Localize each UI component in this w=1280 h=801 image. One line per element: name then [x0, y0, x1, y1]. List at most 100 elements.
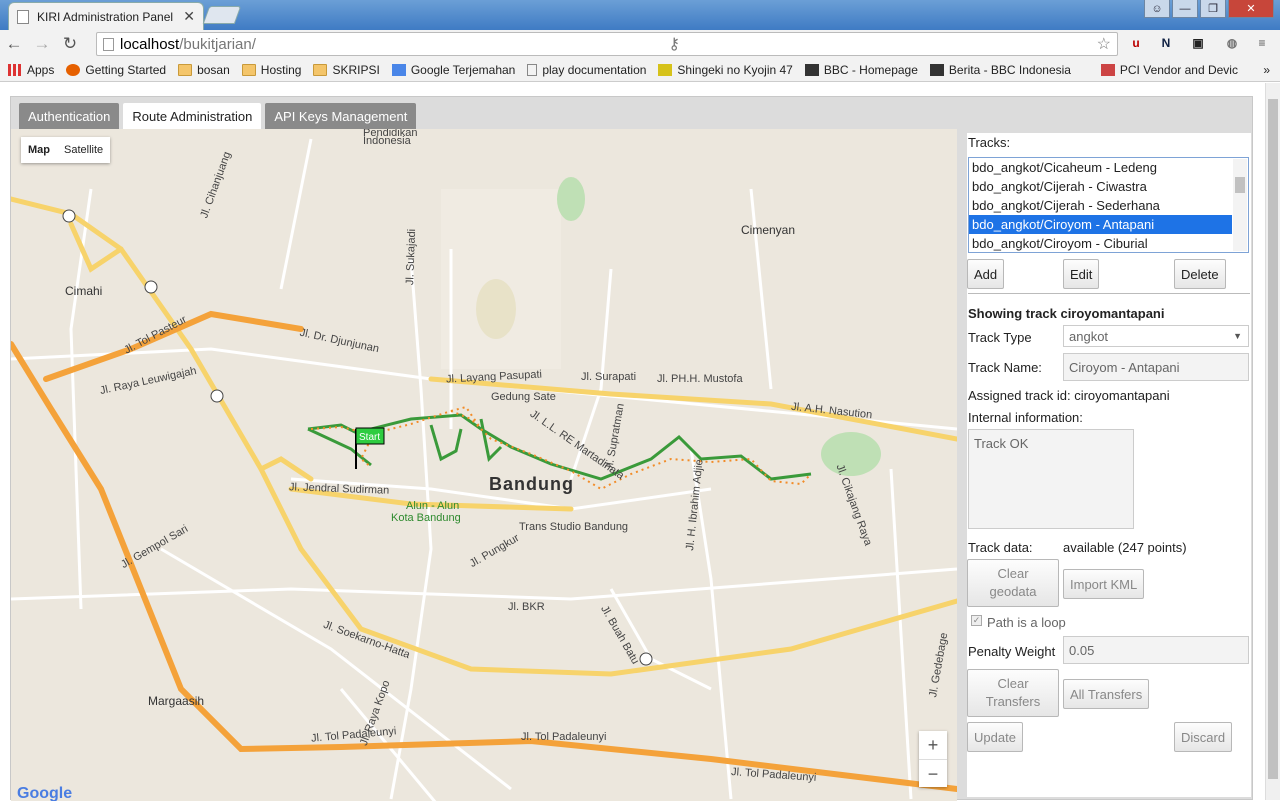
pci-icon [1100, 63, 1115, 76]
bookmark-hosting[interactable]: Hosting [241, 63, 301, 77]
bookmark-getting-started[interactable]: Getting Started [66, 63, 166, 77]
bbc-icon [929, 63, 944, 76]
tracks-listbox[interactable]: bdo_angkot/Cicaheum - Ledeng bdo_angkot/… [968, 157, 1249, 253]
admin-panel: Authentication Route Administration API … [10, 96, 1253, 801]
bookmark-label: Google Terjemahan [410, 62, 516, 77]
maximize-icon[interactable]: ❐ [1200, 0, 1226, 18]
edit-track-button[interactable]: Edit [1063, 259, 1100, 289]
zoom-control: + − [919, 731, 947, 787]
translate-icon [391, 63, 406, 76]
user-icon[interactable]: ☺ [1144, 0, 1170, 18]
page-icon [103, 37, 114, 51]
bookmark-label: Apps [27, 62, 55, 77]
bookmark-label: bosan [197, 62, 230, 77]
map-type-control: Map Satellite [21, 137, 111, 163]
page-scrollbar[interactable] [1265, 83, 1280, 800]
page-icon [527, 63, 538, 76]
bookmark-shingeki[interactable]: Shingeki no Kyojin 47 [658, 62, 793, 77]
panel-tabs: Authentication Route Administration API … [19, 103, 417, 129]
folder-icon [241, 63, 256, 76]
scrollbar-thumb[interactable] [1235, 177, 1245, 193]
apps-icon [8, 63, 22, 76]
bookmark-bbc-homepage[interactable]: BBC - Homepage [804, 62, 918, 77]
bookmark-apps[interactable]: Apps [8, 63, 54, 77]
map-type-map-button[interactable]: Map [21, 137, 57, 163]
site-icon [658, 63, 673, 76]
bookmark-google-terjemahan[interactable]: Google Terjemahan [391, 62, 516, 77]
address-bar[interactable]: localhost/bukitjarian/ ⚷ ☆ [96, 32, 1118, 56]
bookmark-star-icon[interactable]: ☆ [1097, 34, 1111, 54]
bookmark-label: BBC - Homepage [823, 62, 918, 77]
map-label-bkr: Jl. BKR [508, 601, 545, 613]
internal-info-textarea[interactable]: Track OK [968, 429, 1134, 529]
url-host: localhost [120, 35, 180, 53]
tracks-scrollbar[interactable] [1233, 159, 1247, 251]
tab-api-keys-management[interactable]: API Keys Management [265, 103, 417, 129]
map-label-gedung-sate: Gedung Sate [491, 391, 556, 403]
bookmarks-bar: Apps Getting Started bosan Hosting SKRIP… [0, 58, 1280, 82]
n-extension-icon[interactable]: N [1156, 32, 1176, 54]
reload-icon[interactable]: ↻ [56, 34, 84, 54]
track-item[interactable]: bdo_angkot/Ciroyom - Ciburial [969, 234, 1248, 252]
browser-toolbar: ← → ↻ localhost/bukitjarian/ ⚷ ☆ u N ▣ ◍… [0, 30, 1280, 58]
track-type-select[interactable]: angkot ▼ [1063, 325, 1249, 347]
update-button[interactable]: Update [967, 722, 1023, 752]
scrollbar-thumb[interactable] [1268, 99, 1278, 779]
back-icon[interactable]: ← [0, 34, 28, 54]
track-item-selected[interactable]: bdo_angkot/Ciroyom - Antapani [969, 215, 1232, 234]
minimize-icon[interactable]: — [1172, 0, 1198, 18]
path-loop-checkbox[interactable]: ✓ [971, 615, 982, 626]
all-transfers-button[interactable]: All Transfers [1063, 679, 1150, 709]
track-data-value: available (247 points) [1063, 540, 1187, 555]
map-label-bandung: Bandung [489, 474, 574, 494]
browser-tab[interactable]: KIRI Administration Panel ✕ [8, 2, 204, 30]
zoom-in-button[interactable]: + [919, 731, 947, 759]
globe-extension-icon[interactable]: ◍ [1222, 32, 1242, 54]
new-tab-button[interactable] [202, 6, 242, 24]
bookmark-label: PCI Vendor and Devic [1119, 62, 1238, 77]
map-type-satellite-button[interactable]: Satellite [57, 137, 110, 163]
bookmarks-overflow-icon[interactable]: » [1263, 63, 1270, 77]
map-label-surapati: Jl. Surapati [581, 371, 637, 383]
bookmark-play-documentation[interactable]: play documentation [527, 63, 646, 77]
browser-titlebar: KIRI Administration Panel ✕ ☺ — ❐ ✕ [0, 0, 1280, 30]
bookmark-skripsi[interactable]: SKRIPSI [313, 63, 380, 77]
clear-geodata-button[interactable]: Clear geodata [967, 559, 1059, 607]
zoom-out-button[interactable]: − [919, 759, 947, 787]
chevron-down-icon: ▼ [1233, 331, 1242, 341]
tab-authentication[interactable]: Authentication [19, 103, 120, 129]
penalty-weight-input[interactable]: 0.05 [1063, 636, 1249, 664]
forward-icon[interactable]: → [28, 34, 56, 54]
tab-route-administration[interactable]: Route Administration [123, 103, 262, 129]
ublock-extension-icon[interactable]: u [1126, 32, 1146, 54]
close-window-icon[interactable]: ✕ [1228, 0, 1274, 18]
key-icon[interactable]: ⚷ [668, 34, 680, 54]
menu-icon[interactable]: ≡ [1252, 32, 1272, 54]
track-item[interactable]: bdo_angkot/Cijerah - Sederhana [969, 196, 1248, 215]
map-area [441, 189, 561, 369]
bookmark-bosan[interactable]: bosan [178, 63, 230, 77]
tracks-label: Tracks: [968, 135, 1011, 150]
penalty-weight-label: Penalty Weight [968, 644, 1056, 659]
gamepad-extension-icon[interactable]: ▣ [1188, 32, 1208, 54]
track-item[interactable]: bdo_angkot/Cijerah - Ciwastra [969, 177, 1248, 196]
discard-button[interactable]: Discard [1174, 722, 1233, 752]
bookmark-bbc-indonesia[interactable]: Berita - BBC Indonesia [929, 63, 1089, 77]
delete-track-button[interactable]: Delete [1174, 259, 1226, 289]
route-map[interactable]: Start Bandung Cimahi Cimenyan Margaasih … [11, 129, 957, 801]
add-track-button[interactable]: Add [967, 259, 1005, 289]
path-loop-label: Path is a loop [987, 615, 1066, 630]
bookmark-label: Shingeki no Kyojin 47 [677, 62, 793, 77]
showing-track-heading: Showing track ciroyomantapani [968, 306, 1165, 321]
track-item[interactable]: bdo_angkot/Cicaheum - Ledeng [969, 158, 1248, 177]
map-label-margaasih: Margaasih [148, 694, 205, 708]
import-kml-button[interactable]: Import KML [1063, 569, 1145, 599]
bookmark-label: play documentation [542, 62, 647, 77]
clear-transfers-button[interactable]: Clear Transfers [967, 669, 1059, 717]
window-controls: ☺ — ❐ ✕ [1144, 0, 1274, 18]
track-name-input[interactable]: Ciroyom - Antapani [1063, 353, 1249, 381]
close-tab-icon[interactable]: ✕ [183, 8, 195, 25]
bookmark-pci[interactable]: PCI Vendor and Devic [1100, 62, 1246, 77]
map-label-tol-padaleunyi-2: Jl. Tol Padaleunyi [521, 731, 607, 743]
track-side-panel: Tracks: bdo_angkot/Cicaheum - Ledeng bdo… [967, 133, 1251, 797]
